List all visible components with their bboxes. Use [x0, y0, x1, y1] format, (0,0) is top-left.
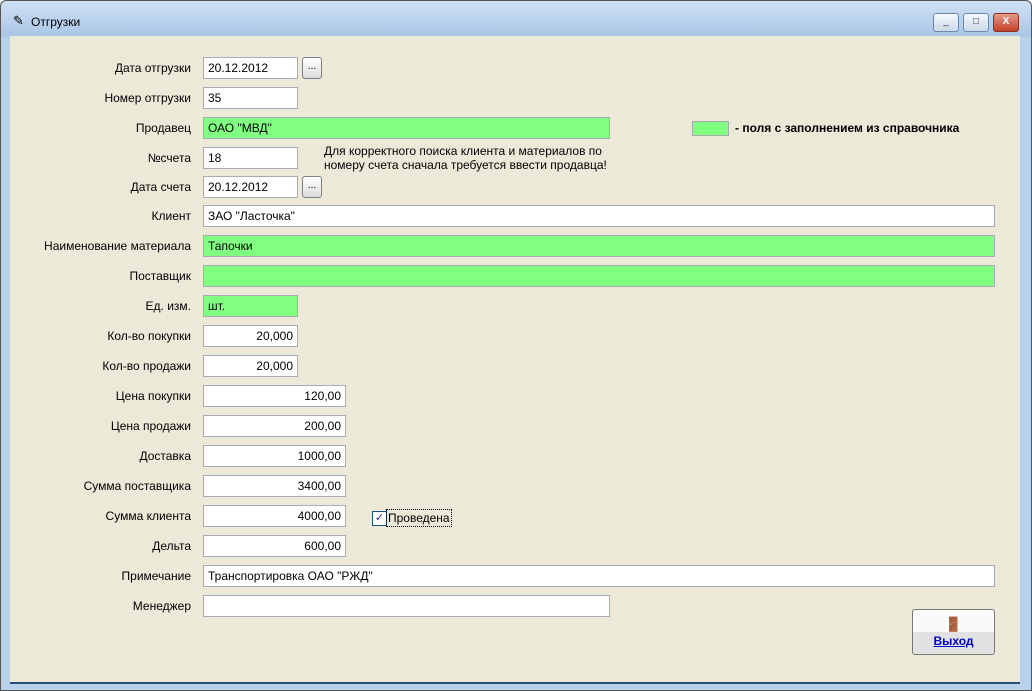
- qty-sale-input[interactable]: 20,000: [203, 355, 298, 377]
- delivery-input[interactable]: 1000,00: [203, 445, 346, 467]
- delta-label: Дельта: [152, 539, 191, 553]
- posted-checkbox[interactable]: ✓: [372, 511, 387, 526]
- hint-line: Для корректного поиска клиента и материа…: [324, 144, 602, 158]
- invoice-date-picker-button[interactable]: ...: [302, 176, 322, 198]
- supplier-input[interactable]: [203, 265, 995, 287]
- seller-input[interactable]: ОАО "МВД": [203, 117, 610, 139]
- price-sale-input[interactable]: 200,00: [203, 415, 346, 437]
- material-label: Наименование материала: [44, 239, 191, 253]
- manager-input[interactable]: [203, 595, 610, 617]
- ship-date-picker-button[interactable]: ...: [302, 57, 322, 79]
- supplier-sum-label: Сумма поставщика: [83, 479, 191, 493]
- material-input[interactable]: Тапочки: [203, 235, 995, 257]
- price-purchase-label: Цена покупки: [115, 389, 191, 403]
- invoice-label: №счета: [147, 151, 191, 165]
- supplier-sum-input[interactable]: 3400,00: [203, 475, 346, 497]
- client-input[interactable]: ЗАО "Ласточка": [203, 205, 995, 227]
- maximize-button[interactable]: □: [963, 13, 989, 32]
- legend-text: - поля с заполнением из справочника: [735, 121, 960, 135]
- note-label: Примечание: [121, 569, 191, 583]
- unit-input[interactable]: шт.: [203, 295, 298, 317]
- price-purchase-input[interactable]: 120,00: [203, 385, 346, 407]
- qty-purchase-label: Кол-во покупки: [107, 329, 191, 343]
- client-sum-input[interactable]: 4000,00: [203, 505, 346, 527]
- invoice-date-label: Дата счета: [130, 180, 191, 194]
- invoice-date-input[interactable]: 20.12.2012: [203, 176, 298, 198]
- price-sale-label: Цена продажи: [110, 419, 191, 433]
- manager-label: Менеджер: [132, 599, 191, 613]
- ship-date-input[interactable]: 20.12.2012: [203, 57, 298, 79]
- hint-line: номеру счета сначала требуется ввести пр…: [324, 158, 607, 172]
- posted-label[interactable]: Проведена: [386, 509, 452, 527]
- close-button[interactable]: X: [993, 13, 1019, 32]
- exit-label: Выход: [933, 634, 974, 648]
- ship-date-label: Дата отгрузки: [114, 61, 191, 75]
- qty-sale-label: Кол-во продажи: [102, 359, 191, 373]
- seller-label: Продавец: [135, 121, 191, 135]
- supplier-label: Поставщик: [129, 269, 191, 283]
- delta-input[interactable]: 600,00: [203, 535, 346, 557]
- client-label: Клиент: [151, 209, 192, 223]
- window-title: Отгрузки: [31, 15, 81, 29]
- unit-label: Ед. изм.: [145, 299, 191, 313]
- exit-door-icon: 🚪: [944, 616, 963, 632]
- note-input[interactable]: Транспортировка ОАО "РЖД": [203, 565, 995, 587]
- minimize-button[interactable]: _: [933, 13, 959, 32]
- ship-number-label: Номер отгрузки: [104, 91, 191, 105]
- app-icon: ✎: [13, 13, 24, 28]
- qty-purchase-input[interactable]: 20,000: [203, 325, 298, 347]
- hint-text: Для корректного поиска клиента и материа…: [324, 144, 607, 172]
- delivery-label: Доставка: [139, 449, 191, 463]
- invoice-input[interactable]: 18: [203, 147, 298, 169]
- client-sum-label: Сумма клиента: [105, 509, 191, 523]
- legend-swatch: [692, 121, 729, 136]
- ship-number-input[interactable]: 35: [203, 87, 298, 109]
- exit-button[interactable]: 🚪 Выход: [912, 609, 995, 655]
